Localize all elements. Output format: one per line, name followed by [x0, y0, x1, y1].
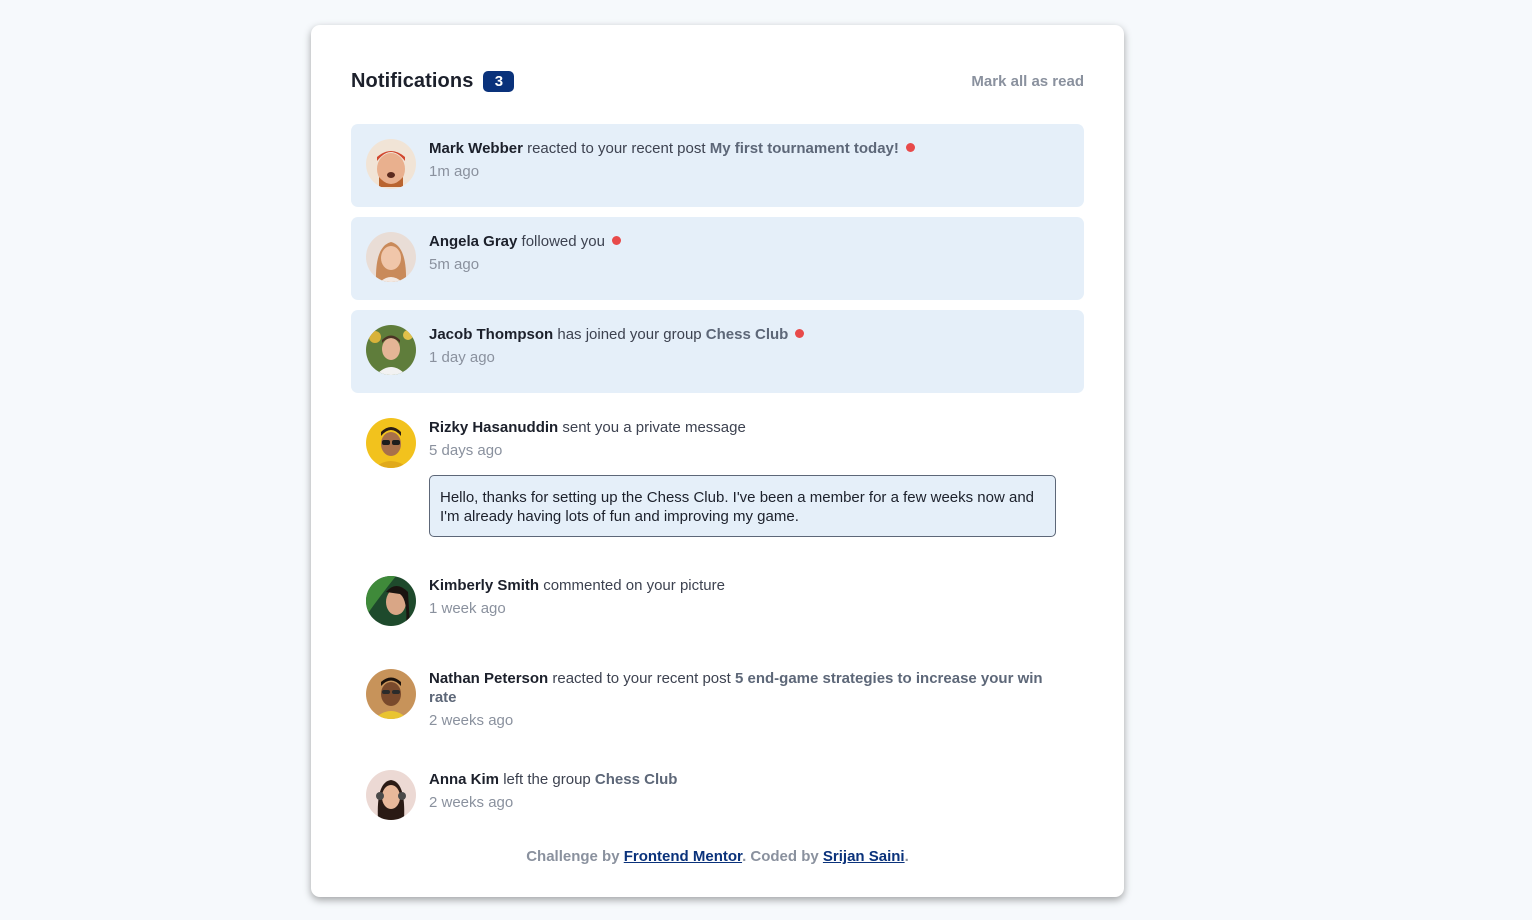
user-name[interactable]: Nathan Peterson: [429, 670, 548, 687]
avatar-anna-kim[interactable]: [366, 770, 416, 820]
notification-item[interactable]: Anna Kim left the group Chess Club 2 wee…: [351, 755, 1084, 838]
avatar-rizky-hasanuddin[interactable]: [366, 418, 416, 468]
user-name[interactable]: Mark Webber: [429, 140, 523, 157]
notification-text: Rizky Hasanuddin sent you a private mess…: [429, 418, 1069, 437]
notification-action: left the group: [503, 771, 591, 788]
notification-item[interactable]: Mark Webber reacted to your recent post …: [351, 124, 1084, 207]
notification-time: 2 weeks ago: [429, 794, 514, 811]
notification-time: 5m ago: [429, 256, 480, 273]
notification-action: has joined your group: [557, 326, 702, 343]
notification-text: Anna Kim left the group Chess Club: [429, 770, 1069, 789]
notification-item[interactable]: Nathan Peterson reacted to your recent p…: [351, 654, 1084, 755]
footer-prefix: Challenge by: [526, 848, 620, 865]
notification-text: Jacob Thompson has joined your group Che…: [429, 325, 1069, 344]
frontend-mentor-link[interactable]: Frontend Mentor: [624, 848, 742, 865]
user-name[interactable]: Kimberly Smith: [429, 577, 539, 594]
mark-all-as-read-button[interactable]: Mark all as read: [971, 73, 1084, 90]
title-group: Notifications 3: [351, 69, 515, 93]
attribution-footer: Challenge by Frontend Mentor. Coded by S…: [311, 848, 1124, 865]
notifications-card: Notifications 3 Mark all as read Mark We…: [311, 25, 1124, 897]
notification-action: reacted to your recent post: [527, 140, 706, 157]
unread-dot: [905, 143, 915, 152]
notification-item[interactable]: Kimberly Smith commented on your picture…: [351, 561, 1084, 654]
notification-time: 5 days ago: [429, 442, 503, 459]
avatar-mark-webber[interactable]: [366, 139, 416, 189]
user-name[interactable]: Rizky Hasanuddin: [429, 419, 558, 436]
post-link[interactable]: My first tournament today!: [710, 140, 899, 157]
notification-text: Mark Webber reacted to your recent post …: [429, 139, 1069, 158]
notification-action: sent you a private message: [562, 419, 746, 436]
user-name[interactable]: Anna Kim: [429, 771, 499, 788]
notification-item[interactable]: Jacob Thompson has joined your group Che…: [351, 310, 1084, 393]
notification-action: reacted to your recent post: [552, 670, 731, 687]
notifications-header: Notifications 3 Mark all as read: [351, 67, 1084, 95]
notification-text: Nathan Peterson reacted to your recent p…: [429, 669, 1049, 707]
notification-list: Mark Webber reacted to your recent post …: [351, 124, 1084, 838]
avatar-jacob-thompson[interactable]: [366, 325, 416, 375]
notification-time: 2 weeks ago: [429, 712, 514, 729]
avatar-nathan-peterson[interactable]: [366, 669, 416, 719]
notification-item[interactable]: Angela Gray followed you 5m ago: [351, 217, 1084, 300]
footer-middle: . Coded by: [742, 848, 819, 865]
unread-dot: [611, 236, 621, 245]
group-link[interactable]: Chess Club: [595, 771, 678, 788]
avatar-angela-gray[interactable]: [366, 232, 416, 282]
notification-action: commented on your picture: [543, 577, 725, 594]
avatar-kimberly-smith[interactable]: [366, 576, 416, 626]
user-name[interactable]: Angela Gray: [429, 233, 517, 250]
group-link[interactable]: Chess Club: [706, 326, 789, 343]
user-name[interactable]: Jacob Thompson: [429, 326, 553, 343]
footer-suffix: .: [904, 848, 909, 865]
notification-time: 1 day ago: [429, 349, 495, 366]
unread-count-badge: 3: [483, 70, 515, 92]
unread-dot: [795, 329, 805, 338]
notification-action: followed you: [521, 233, 605, 250]
author-link[interactable]: Srijan Saini: [823, 848, 905, 865]
notification-time: 1m ago: [429, 163, 480, 180]
notification-item[interactable]: Rizky Hasanuddin sent you a private mess…: [351, 403, 1084, 561]
notification-text: Angela Gray followed you: [429, 232, 1069, 251]
private-message[interactable]: Hello, thanks for setting up the Chess C…: [429, 475, 1056, 537]
notification-text: Kimberly Smith commented on your picture: [429, 576, 1069, 595]
page-title: Notifications: [351, 69, 474, 92]
notification-time: 1 week ago: [429, 600, 506, 617]
